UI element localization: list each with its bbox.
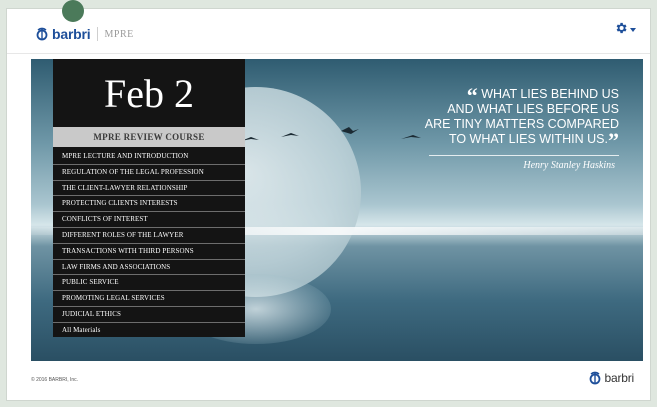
brand-logo[interactable]: barbri MPRE — [35, 26, 134, 42]
app-window: barbri MPRE Feb 2 MPRE REVIEW COURSE MPR… — [6, 8, 651, 401]
gear-icon — [616, 22, 627, 34]
logo-divider — [97, 27, 99, 41]
all-materials-link[interactable]: All Materials — [53, 323, 245, 338]
indicator-dot — [62, 0, 84, 22]
topic-item[interactable]: PUBLIC SERVICE — [53, 275, 245, 292]
open-quote-mark: “ — [466, 83, 478, 108]
session-date: Feb 2 — [104, 70, 194, 116]
topic-item[interactable]: JUDICIAL ETHICS — [53, 307, 245, 323]
barbri-logo-icon — [36, 27, 48, 41]
topic-item[interactable]: REGULATION OF THE LEGAL PROFESSION — [53, 165, 245, 181]
barbri-logo-icon — [589, 371, 600, 385]
topic-item[interactable]: PROMOTING LEGAL SERVICES — [53, 291, 245, 307]
quote-author: Henry Stanley Haskins — [523, 160, 615, 171]
quote-divider — [429, 155, 619, 156]
footer-logo[interactable]: barbri — [588, 371, 634, 385]
inspirational-quote: “ WHAT LIES BEHIND US AND WHAT LIES BEFO… — [379, 83, 619, 153]
topic-item[interactable]: TRANSACTIONS WITH THIRD PERSONS — [53, 244, 245, 260]
chevron-down-icon — [630, 27, 636, 32]
hero-banner: Feb 2 MPRE REVIEW COURSE MPRE LECTURE AN… — [31, 59, 643, 361]
settings-menu-button[interactable] — [614, 21, 636, 35]
quote-line: TO WHAT LIES WITHIN US.” — [448, 128, 619, 153]
topic-item[interactable]: MPRE LECTURE AND INTRODUCTION — [53, 149, 245, 165]
close-quote-mark: ” — [608, 128, 619, 153]
quote-line: ARE TINY MATTERS COMPARED — [424, 117, 619, 131]
quote-line: “ WHAT LIES BEHIND US — [466, 83, 619, 108]
course-title: MPRE REVIEW COURSE — [53, 127, 245, 147]
topic-item[interactable]: CONFLICTS OF INTEREST — [53, 212, 245, 228]
topic-item[interactable]: DIFFERENT ROLES OF THE LAWYER — [53, 228, 245, 244]
header: barbri MPRE — [7, 9, 650, 54]
product-name: MPRE — [104, 28, 134, 40]
brand-name: barbri — [52, 26, 91, 42]
topic-item[interactable]: THE CLIENT-LAWYER RELATIONSHIP — [53, 181, 245, 197]
copyright-text: © 2016 BARBRI, Inc. — [31, 377, 79, 383]
course-menu: Feb 2 MPRE REVIEW COURSE MPRE LECTURE AN… — [53, 59, 245, 337]
course-topic-list: MPRE LECTURE AND INTRODUCTION REGULATION… — [53, 147, 245, 338]
topic-item[interactable]: LAW FIRMS AND ASSOCIATIONS — [53, 260, 245, 276]
quote-line: AND WHAT LIES BEFORE US — [447, 102, 619, 116]
topic-item[interactable]: PROTECTING CLIENTS INTERESTS — [53, 196, 245, 213]
footer-brand-name: barbri — [604, 371, 635, 385]
